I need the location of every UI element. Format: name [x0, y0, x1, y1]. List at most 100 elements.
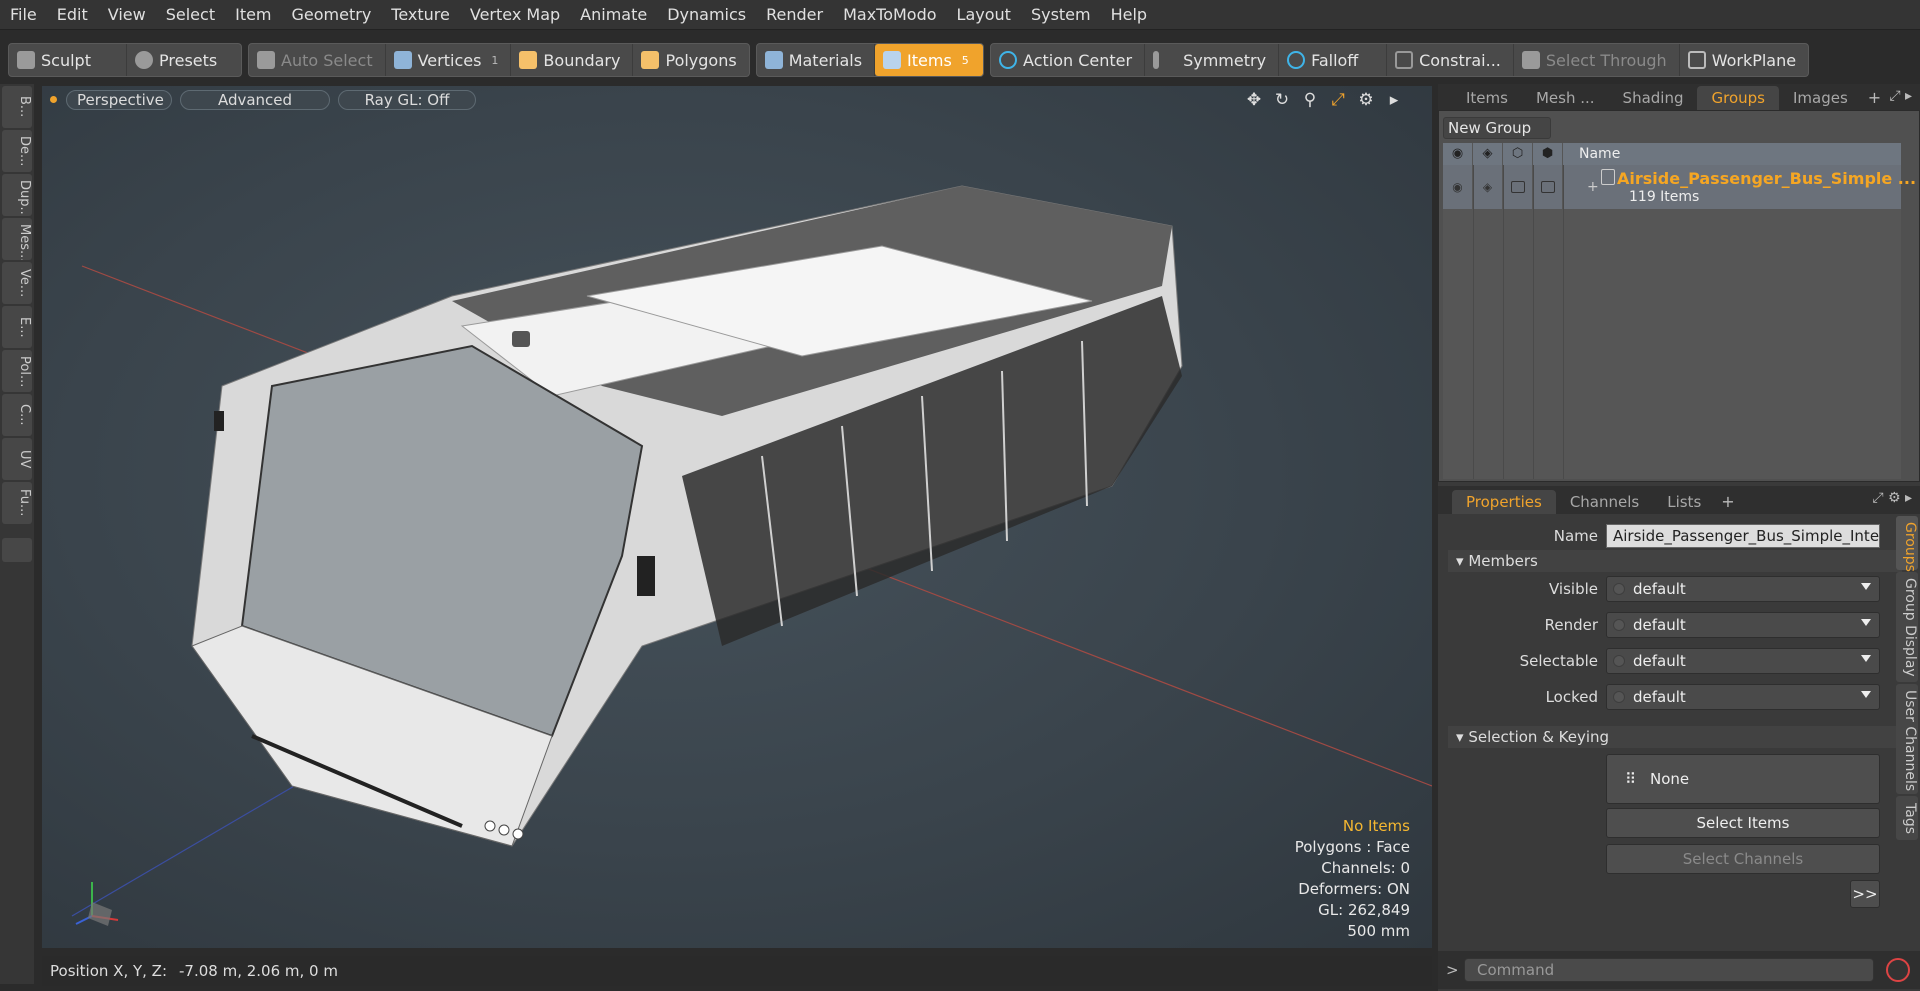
- menu-animate[interactable]: Animate: [570, 0, 657, 30]
- eye-icon[interactable]: ◉: [1443, 143, 1473, 165]
- row-lock-toggle[interactable]: [1533, 165, 1563, 209]
- lock-icon[interactable]: ⬢: [1533, 143, 1563, 165]
- play-arrow-icon[interactable]: ▸: [1384, 90, 1404, 110]
- select-channels-button[interactable]: Select Channels: [1606, 844, 1880, 874]
- add-tab-icon[interactable]: +: [1862, 86, 1887, 110]
- left-tab-extra[interactable]: [2, 538, 32, 562]
- constraints-button[interactable]: Constrai...: [1387, 44, 1514, 76]
- chevron-down-icon: [1861, 655, 1871, 662]
- prompt-arrow-icon: >: [1446, 961, 1459, 979]
- expand-icon[interactable]: +: [1587, 179, 1599, 195]
- menu-render[interactable]: Render: [756, 0, 833, 30]
- members-section[interactable]: ▾ Members: [1448, 550, 1902, 572]
- tab-mesh[interactable]: Mesh ...: [1522, 86, 1609, 110]
- column-divider: [1563, 165, 1564, 479]
- menu-vertex-map[interactable]: Vertex Map: [460, 0, 570, 30]
- materials-button[interactable]: Materials: [757, 44, 876, 76]
- tab-groups[interactable]: Groups: [1697, 86, 1779, 110]
- workplane-button[interactable]: WorkPlane: [1680, 44, 1808, 76]
- left-tab-uv[interactable]: UV: [2, 438, 32, 480]
- boundary-button[interactable]: Boundary: [511, 44, 634, 76]
- left-tab-basic[interactable]: B...: [2, 86, 32, 128]
- shading-mode-pill[interactable]: Advanced: [180, 90, 330, 110]
- panel-expand-icon[interactable]: ⤢ ▸: [1889, 88, 1912, 104]
- menu-item[interactable]: Item: [225, 0, 281, 30]
- selection-keying-section[interactable]: ▾ Selection & Keying: [1448, 726, 1902, 748]
- select-through-label: Select Through: [1545, 50, 1667, 70]
- locked-dropdown[interactable]: default: [1606, 684, 1880, 710]
- left-tab-polygon[interactable]: Pol...: [2, 350, 32, 392]
- presets-button[interactable]: Presets: [127, 44, 229, 76]
- tab-items[interactable]: Items: [1452, 86, 1522, 110]
- side-tab-group-display[interactable]: Group Display: [1896, 572, 1918, 682]
- fit-icon[interactable]: ⤢: [1328, 90, 1348, 110]
- left-tab-fusion[interactable]: Fu...: [2, 482, 32, 524]
- left-tab-deform[interactable]: De...: [2, 130, 32, 172]
- selectable-row: Selectable default: [1472, 648, 1880, 674]
- left-tab-duplicate[interactable]: Dup...: [2, 174, 32, 216]
- visible-label: Visible: [1549, 580, 1598, 598]
- menu-file[interactable]: File: [0, 0, 47, 30]
- channel-dot-icon: [1613, 655, 1625, 667]
- items-button[interactable]: Items 5: [875, 44, 984, 76]
- left-tab-curve[interactable]: C...: [2, 394, 32, 436]
- falloff-button[interactable]: Falloff: [1279, 44, 1388, 76]
- left-tab-vertex[interactable]: Ve...: [2, 262, 32, 304]
- menu-texture[interactable]: Texture: [381, 0, 460, 30]
- side-tab-groups[interactable]: Groups: [1896, 516, 1918, 572]
- vertices-button[interactable]: Vertices 1: [386, 44, 512, 76]
- menu-layout[interactable]: Layout: [947, 0, 1021, 30]
- command-input[interactable]: Command: [1464, 958, 1874, 982]
- symmetry-button[interactable]: Symmetry: [1145, 44, 1280, 76]
- name-input[interactable]: Airside_Passenger_Bus_Simple_Interic: [1606, 524, 1880, 548]
- menu-geometry[interactable]: Geometry: [282, 0, 382, 30]
- column-divider: [1473, 165, 1474, 479]
- left-tab-mesh[interactable]: Mes...: [2, 218, 32, 260]
- add-tab-icon[interactable]: +: [1715, 490, 1740, 514]
- menu-maxtomodo[interactable]: MaxToModo: [833, 0, 946, 30]
- tab-channels[interactable]: Channels: [1556, 490, 1653, 514]
- selectable-dropdown[interactable]: default: [1606, 648, 1880, 674]
- menu-edit[interactable]: Edit: [47, 0, 98, 30]
- menu-help[interactable]: Help: [1101, 0, 1157, 30]
- render-dropdown[interactable]: default: [1606, 612, 1880, 638]
- zoom-icon[interactable]: ⚲: [1300, 90, 1320, 110]
- 3d-viewport[interactable]: Perspective Advanced Ray GL: Off ✥ ↻ ⚲ ⤢…: [42, 86, 1432, 948]
- record-icon[interactable]: [1886, 958, 1910, 982]
- tab-shading[interactable]: Shading: [1609, 86, 1698, 110]
- pan-icon[interactable]: ✥: [1244, 90, 1264, 110]
- row-select-toggle[interactable]: [1503, 165, 1533, 209]
- more-button[interactable]: >>: [1850, 880, 1880, 908]
- group-row[interactable]: ◉ ◈ + Airside_Passenger_Bus_Simple ... 1…: [1443, 165, 1916, 209]
- raygl-pill[interactable]: Ray GL: Off: [338, 90, 476, 110]
- select-icon[interactable]: ⬡: [1503, 143, 1533, 165]
- menu-select[interactable]: Select: [156, 0, 225, 30]
- action-center-button[interactable]: Action Center: [991, 44, 1146, 76]
- auto-select-button[interactable]: Auto Select: [249, 44, 386, 76]
- polygons-button[interactable]: Polygons: [633, 44, 748, 76]
- row-visible-toggle[interactable]: ◉: [1443, 165, 1473, 209]
- view-mode-pill[interactable]: Perspective: [66, 90, 172, 110]
- tab-properties[interactable]: Properties: [1452, 490, 1556, 514]
- name-column-header[interactable]: Name: [1563, 146, 1620, 162]
- menu-view[interactable]: View: [98, 0, 156, 30]
- side-tab-tags[interactable]: Tags: [1896, 796, 1918, 840]
- new-group-button[interactable]: New Group: [1443, 117, 1551, 139]
- visible-dropdown[interactable]: default: [1606, 576, 1880, 602]
- menu-system[interactable]: System: [1021, 0, 1101, 30]
- tab-images[interactable]: Images: [1779, 86, 1862, 110]
- sculpt-button[interactable]: Sculpt: [9, 44, 127, 76]
- gear-icon[interactable]: ⚙: [1356, 90, 1376, 110]
- left-tab-edge[interactable]: E...: [2, 306, 32, 348]
- vertices-label: Vertices: [417, 50, 482, 70]
- select-items-button[interactable]: Select Items: [1606, 808, 1880, 838]
- side-tab-user-channels[interactable]: User Channels: [1896, 684, 1918, 794]
- none-button[interactable]: ⠿ None: [1606, 754, 1880, 804]
- select-through-button[interactable]: Select Through: [1514, 44, 1680, 76]
- render-icon[interactable]: ◈: [1473, 143, 1503, 165]
- row-render-toggle[interactable]: ◈: [1473, 165, 1503, 209]
- gear-icon[interactable]: ⤢ ⚙ ▸: [1872, 490, 1912, 506]
- menu-dynamics[interactable]: Dynamics: [657, 0, 756, 30]
- rotate-icon[interactable]: ↻: [1272, 90, 1292, 110]
- tab-lists[interactable]: Lists: [1653, 490, 1715, 514]
